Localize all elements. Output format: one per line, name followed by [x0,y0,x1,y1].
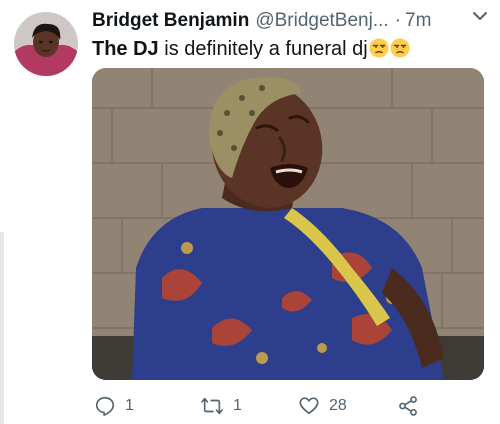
tweet-actions: 1 1 28 [92,392,492,420]
retweet-icon [201,397,223,415]
share-button[interactable] [397,392,419,420]
timestamp[interactable]: 7m [405,8,431,34]
avatar[interactable] [14,12,78,76]
like-count: 28 [329,397,347,414]
unamused-face-icon [369,38,389,58]
reply-button[interactable]: 1 [94,392,134,420]
retweet-count: 1 [233,397,242,414]
display-name[interactable]: Bridget Benjamin [92,8,249,34]
tweet-text-bold: The DJ [92,38,159,60]
share-icon [399,396,417,416]
reply-icon [95,396,115,416]
retweet-button[interactable]: 1 [200,392,242,420]
unamused-face-icon [390,38,410,58]
tweet-header: Bridget Benjamin @BridgetBenj... · 7m [92,8,492,34]
like-button[interactable]: 28 [298,392,347,420]
tweet-media-photo[interactable] [92,68,484,380]
heart-icon [299,397,319,415]
user-handle[interactable]: @BridgetBenj... [255,8,388,34]
reply-count: 1 [125,397,134,414]
scroll-rail [0,232,4,424]
separator-dot: · [394,10,401,31]
chevron-down-icon[interactable] [471,6,489,26]
tweet-text: The DJ is definitely a funeral dj [92,36,492,62]
tweet-text-body: is definitely a funeral dj [158,38,368,60]
